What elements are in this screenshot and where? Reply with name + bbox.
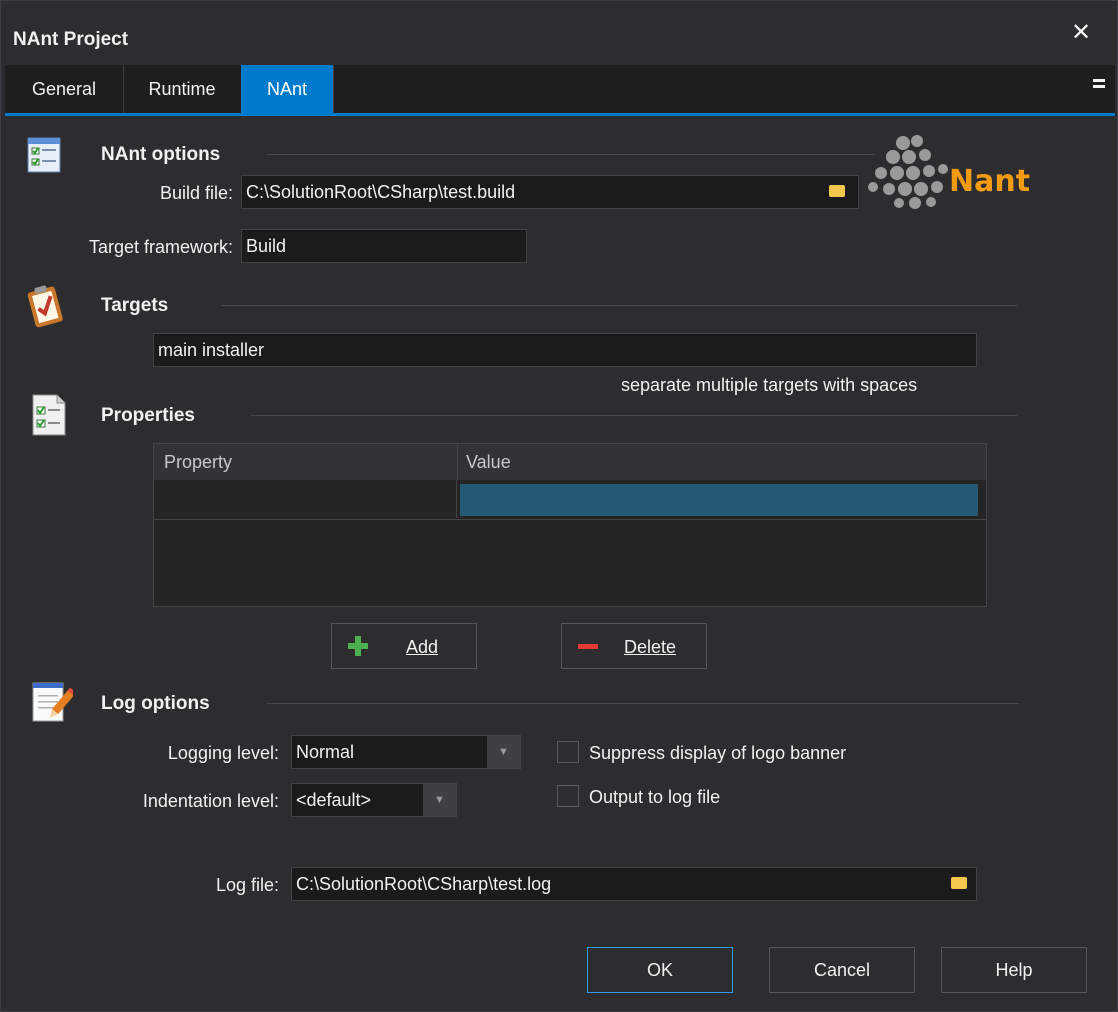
tab-nant[interactable]: NAnt [241,65,334,113]
column-header-property[interactable]: Property [164,444,232,480]
output-to-log-checkbox[interactable] [557,785,579,807]
target-framework-input[interactable]: Build [241,229,527,263]
nant-logo: Nant [863,129,1073,213]
minus-icon [576,634,600,658]
notepad-pencil-icon [29,679,77,725]
help-button[interactable]: Help [941,947,1087,993]
log-file-label: Log file: [215,875,279,895]
properties-document-icon [31,393,69,437]
nant-logo-text: Nant [949,164,1030,199]
overflow-menu-icon[interactable] [1093,79,1105,95]
cell-property[interactable] [154,480,457,518]
build-file-input[interactable]: C:\SolutionRoot\CSharp\test.build [241,175,859,209]
logging-level-label: Logging level: [167,743,279,763]
divider [251,415,1017,416]
delete-button[interactable]: Delete [561,623,707,669]
column-header-value[interactable]: Value [466,444,511,480]
close-icon[interactable]: ✕ [1071,21,1091,45]
browse-folder-icon[interactable] [951,877,967,889]
checklist-icon [27,137,61,173]
clipboard-check-icon [23,283,67,329]
chevron-down-icon[interactable]: ▼ [487,736,520,768]
browse-folder-icon[interactable] [829,185,845,197]
window-title: NAnt Project [13,29,129,50]
grid-header-row: Property Value [154,444,986,480]
column-divider [457,444,458,480]
section-title-targets: Targets [101,295,169,316]
title-bar: NAnt Project ✕ [1,1,1117,65]
indentation-level-label: Indentation level: [142,791,279,811]
tab-general[interactable]: General [5,65,124,113]
properties-grid: Property Value [153,443,987,607]
targets-input[interactable]: main installer [153,333,977,367]
add-button-label: Add [406,637,439,657]
delete-button-label: Delete [624,637,677,657]
section-title-nant-options: NAnt options [101,144,221,165]
ok-button[interactable]: OK [587,947,733,993]
targets-hint: separate multiple targets with spaces [621,375,918,395]
chevron-down-icon[interactable]: ▼ [423,784,456,816]
plus-icon [346,634,370,658]
cell-value-selected[interactable] [460,484,978,516]
dialog-window: NAnt Project ✕ General Runtime NAnt NAnt… [0,0,1118,1012]
cancel-button[interactable]: Cancel [769,947,915,993]
log-file-input[interactable]: C:\SolutionRoot\CSharp\test.log [291,867,977,901]
divider [221,305,1017,306]
tab-runtime[interactable]: Runtime [123,65,242,113]
section-title-properties: Properties [101,405,195,426]
section-title-log-options: Log options [101,693,210,714]
add-button[interactable]: Add [331,623,477,669]
suppress-logo-checkbox[interactable] [557,741,579,763]
output-to-log-label[interactable]: Output to log file [589,787,720,808]
tab-bar: General Runtime NAnt [5,65,1115,116]
suppress-logo-label[interactable]: Suppress display of logo banner [589,743,846,764]
table-row[interactable] [154,480,986,520]
divider [267,154,875,155]
divider [267,703,1019,704]
target-framework-label: Target framework: [88,237,233,257]
build-file-label: Build file: [159,183,233,203]
